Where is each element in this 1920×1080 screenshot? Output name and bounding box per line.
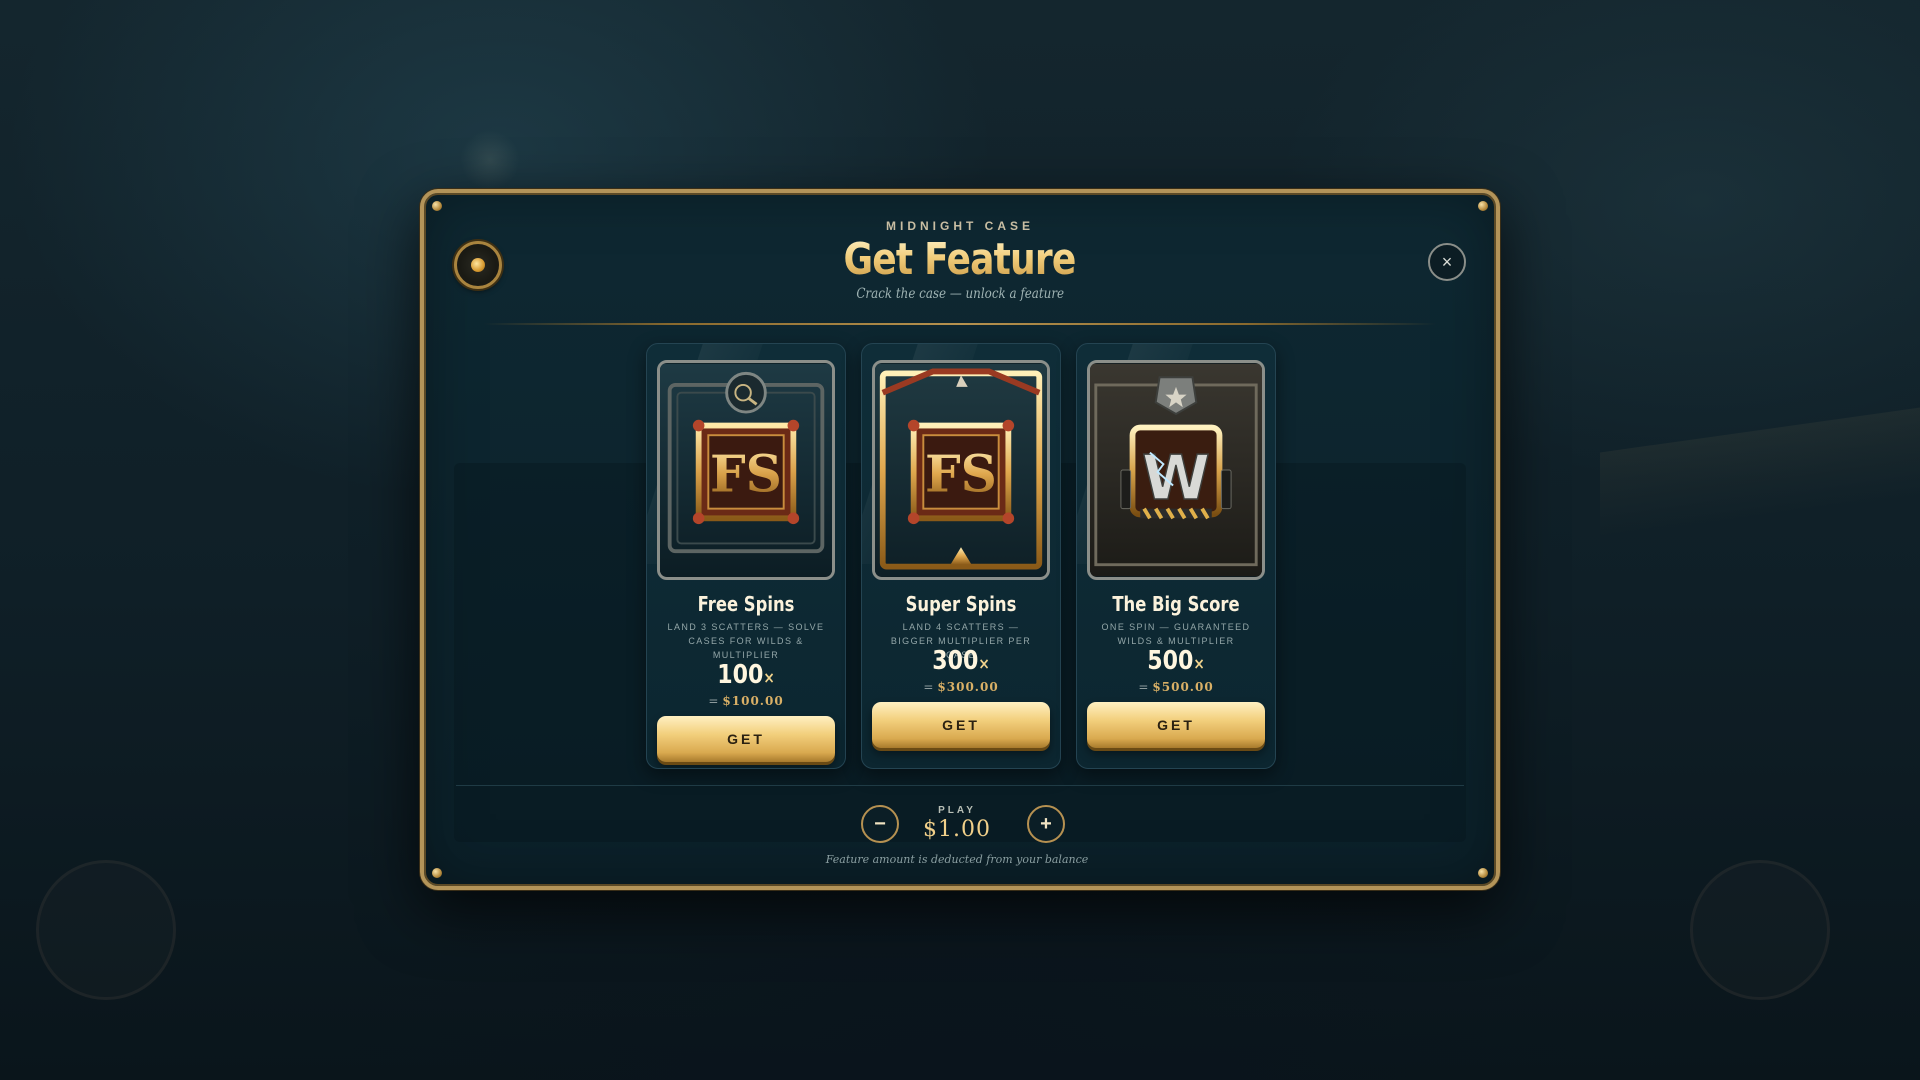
multiplier-value: 100 bbox=[717, 660, 764, 690]
play-stake-control: − PLAY $1.00 + bbox=[424, 797, 1496, 853]
get-feature-modal: × MIDNIGHT CASE Get Feature Crack the ca… bbox=[420, 189, 1500, 890]
feature-price: = $100.00 bbox=[647, 694, 845, 708]
get-free-spins-button[interactable]: GET bbox=[657, 716, 835, 762]
feature-description: ONE SPIN — GUARANTEED WILDS & MULTIPLIER bbox=[1101, 622, 1251, 646]
modal-header: MIDNIGHT CASE Get Feature Crack the case… bbox=[424, 219, 1496, 303]
feature-cards: FS Free Spins LAND 3 SCATTERS — SOLVE CA… bbox=[646, 343, 1276, 769]
art-label: FS bbox=[925, 444, 997, 503]
brand-label: MIDNIGHT CASE bbox=[886, 219, 1034, 233]
play-label: PLAY bbox=[938, 805, 976, 816]
free-spins-icon: FS bbox=[657, 360, 835, 580]
price-value: $500.00 bbox=[1152, 680, 1214, 694]
multiplier-suffix: × bbox=[763, 668, 775, 687]
feature-price: = $500.00 bbox=[1077, 680, 1275, 694]
art-label: W bbox=[1142, 442, 1210, 514]
deduction-note: Feature amount is deducted from your bal… bbox=[825, 853, 1089, 866]
feature-name: Super Spins bbox=[905, 592, 1017, 616]
rivet-icon bbox=[1478, 201, 1488, 211]
price-prefix: = bbox=[1138, 680, 1150, 694]
play-value: $1.00 bbox=[923, 817, 991, 842]
feature-card-super-spins: FS Super Spins LAND 4 SCATTERS — BIGGER … bbox=[861, 343, 1061, 769]
increase-stake-button[interactable]: + bbox=[1027, 805, 1065, 843]
feature-name: The Big Score bbox=[1112, 592, 1240, 616]
multiplier-suffix: × bbox=[978, 654, 990, 673]
rivet-icon bbox=[432, 201, 442, 211]
feature-price: = $300.00 bbox=[862, 680, 1060, 694]
price-value: $300.00 bbox=[937, 680, 999, 694]
super-spins-icon: FS bbox=[872, 360, 1050, 580]
feature-multiplier: 100× bbox=[662, 660, 830, 690]
get-big-score-button[interactable]: GET bbox=[1087, 702, 1265, 748]
feature-multiplier: 500× bbox=[1092, 646, 1260, 676]
multiplier-suffix: × bbox=[1193, 654, 1205, 673]
art-label: FS bbox=[710, 444, 782, 503]
background-shelf bbox=[1600, 407, 1920, 543]
background-lamp bbox=[460, 130, 520, 190]
background-autoplay-button bbox=[1690, 860, 1830, 1000]
price-prefix: = bbox=[708, 694, 720, 708]
rivet-icon bbox=[432, 868, 442, 878]
multiplier-value: 500 bbox=[1147, 646, 1194, 676]
modal-subtitle: Crack the case — unlock a feature bbox=[856, 286, 1064, 302]
big-score-icon: W bbox=[1087, 360, 1265, 580]
price-prefix: = bbox=[923, 680, 935, 694]
multiplier-value: 300 bbox=[932, 646, 979, 676]
feature-name: Free Spins bbox=[697, 592, 795, 616]
get-super-spins-button[interactable]: GET bbox=[872, 702, 1050, 748]
feature-multiplier: 300× bbox=[877, 646, 1045, 676]
background-spin-button bbox=[36, 860, 176, 1000]
feature-card-free-spins: FS Free Spins LAND 3 SCATTERS — SOLVE CA… bbox=[646, 343, 846, 769]
modal-title: Get Feature bbox=[843, 234, 1077, 285]
rivet-icon bbox=[1478, 868, 1488, 878]
play-divider bbox=[456, 785, 1464, 786]
feature-card-big-score: W The Big Score ONE SPIN — GUARANTEED WI… bbox=[1076, 343, 1276, 769]
price-value: $100.00 bbox=[722, 694, 784, 708]
header-divider bbox=[484, 323, 1436, 325]
feature-description: LAND 3 SCATTERS — SOLVE CASES FOR WILDS … bbox=[667, 622, 825, 660]
